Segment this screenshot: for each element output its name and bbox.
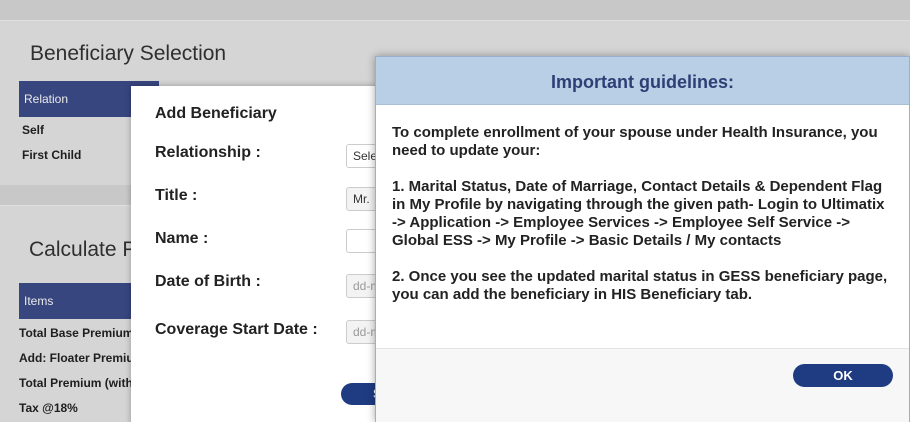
name-label: Name : (155, 230, 209, 247)
add-beneficiary-title: Add Beneficiary (155, 105, 277, 122)
guidelines-title: Important guidelines: (550, 72, 734, 92)
guidelines-paragraph-step-2: 2. Once you see the updated marital stat… (392, 268, 888, 303)
guidelines-body: To complete enrollment of your spouse un… (392, 124, 892, 322)
guidelines-paragraph-step-1: 1. Marital Status, Date of Marriage, Con… (392, 178, 885, 249)
relationship-label: Relationship : (155, 144, 261, 161)
dob-label: Date of Birth : (155, 273, 261, 290)
guidelines-header: Important guidelines: (376, 57, 909, 105)
title-label: Title : (155, 187, 198, 204)
guidelines-paragraph-intro: To complete enrollment of your spouse un… (392, 124, 878, 159)
coverage-start-label: Coverage Start Date : (155, 321, 318, 338)
guidelines-ok-button[interactable]: OK (793, 364, 893, 387)
guidelines-footer: OK (376, 348, 909, 422)
guidelines-dialog: Important guidelines: To complete enroll… (375, 56, 910, 422)
